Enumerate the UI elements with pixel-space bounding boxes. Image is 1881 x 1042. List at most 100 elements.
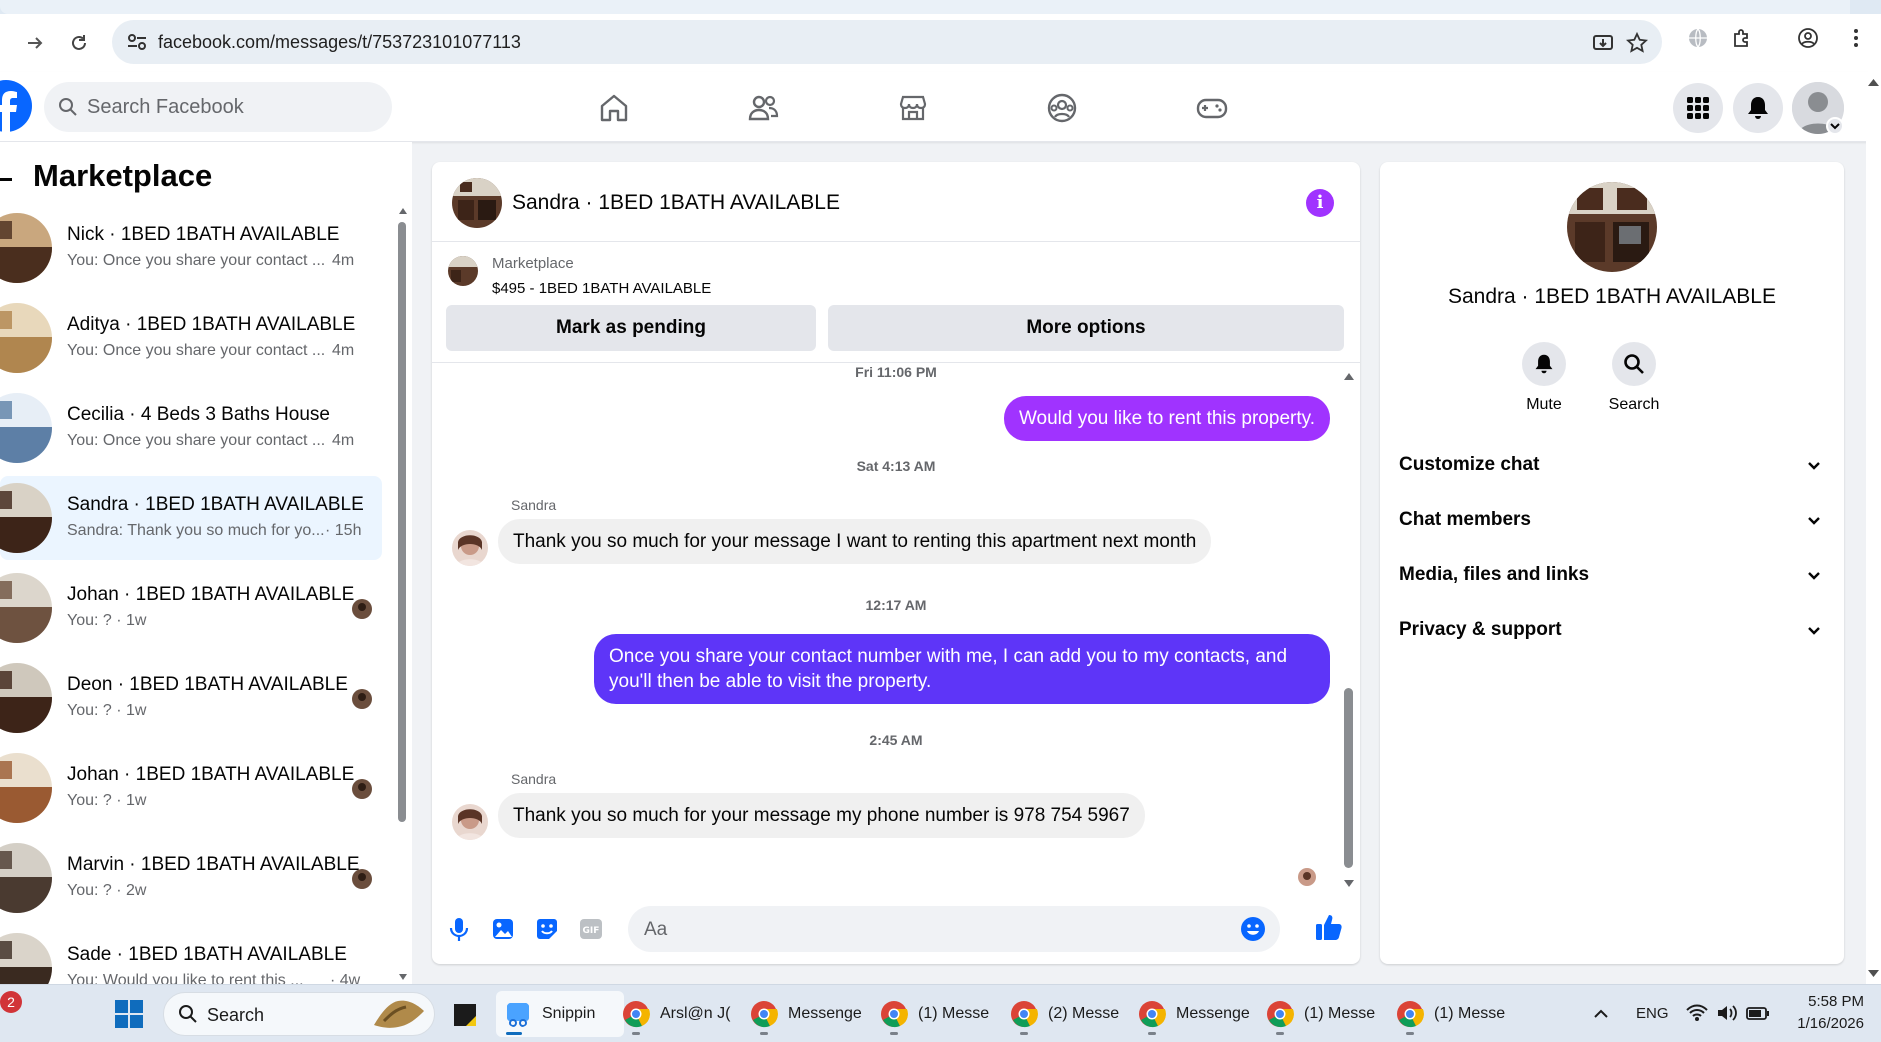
scroll-up-arrow-icon[interactable] xyxy=(1866,76,1881,88)
conversation-item[interactable]: Sade · 1BED 1BATH AVAILABLE You: Would yo… xyxy=(0,926,382,984)
taskbar-app-label: (1) Messe xyxy=(918,1005,990,1022)
sidebar-scroll-thumb[interactable] xyxy=(398,222,406,822)
mute-button[interactable]: Mute xyxy=(1504,342,1584,414)
page-scrollbar[interactable] xyxy=(1866,72,1881,984)
bookmark-star-icon[interactable] xyxy=(1626,32,1648,54)
notification-badge[interactable]: 2 xyxy=(0,991,22,1013)
gif-icon[interactable]: GIF xyxy=(578,916,604,942)
kitchen-photo xyxy=(448,256,478,286)
listing-thumbnail[interactable] xyxy=(448,256,478,286)
address-bar[interactable]: facebook.com/messages/t/753723101077113 xyxy=(112,20,1662,64)
taskbar-search[interactable]: Search xyxy=(163,992,435,1036)
facebook-logo-icon[interactable] xyxy=(0,80,32,132)
conversation-item[interactable]: Deon · 1BED 1BATH AVAILABLE You: ? · 1w xyxy=(0,656,382,740)
reload-button[interactable] xyxy=(64,28,94,58)
conversation-item[interactable]: Marvin · 1BED 1BATH AVAILABLE You: ? · 2w xyxy=(0,836,382,920)
taskbar-app-label: (1) Messe xyxy=(1434,1005,1506,1022)
customize-chat-row[interactable]: Customize chat xyxy=(1399,442,1823,488)
scroll-down-arrow-icon[interactable] xyxy=(1342,878,1356,890)
seen-avatar xyxy=(352,689,372,709)
back-dash-icon[interactable] xyxy=(0,178,12,181)
wifi-icon[interactable] xyxy=(1686,1003,1708,1023)
privacy-support-row[interactable]: Privacy & support xyxy=(1399,607,1823,653)
chat-members-row[interactable]: Chat members xyxy=(1399,497,1823,543)
profile-icon[interactable] xyxy=(1796,26,1820,50)
taskbar-app[interactable]: (2) Messe xyxy=(1010,991,1122,1037)
home-icon[interactable] xyxy=(598,92,630,124)
incoming-message[interactable]: Thank you so much for your message I wan… xyxy=(498,519,1212,564)
taskbar-app[interactable]: (1) Messe xyxy=(880,991,992,1037)
conversation-name: Deon · 1BED 1BATH AVAILABLE xyxy=(67,674,348,695)
sender-avatar[interactable] xyxy=(452,804,488,840)
scroll-up-arrow-icon[interactable] xyxy=(1342,370,1356,382)
chat-scrollbar[interactable] xyxy=(1342,370,1356,890)
mark-as-pending-button[interactable]: Mark as pending xyxy=(446,305,816,351)
sticker-icon[interactable] xyxy=(534,916,560,942)
incoming-message[interactable]: Thank you so much for your message my ph… xyxy=(498,793,1145,838)
conversation-thumbnail xyxy=(0,393,52,463)
conversation-item[interactable]: Aditya · 1BED 1BATH AVAILABLE You: Once y… xyxy=(0,296,382,380)
taskbar-app[interactable]: Arsl@n J( xyxy=(622,991,734,1037)
toolbar: facebook.com/messages/t/753723101077113 xyxy=(0,14,1881,72)
kebab-menu-icon[interactable] xyxy=(1844,26,1868,50)
taskbar-app-label: Messenge xyxy=(1176,1005,1250,1022)
conversation-item[interactable]: Cecilia · 4 Beds 3 Baths House You: Once … xyxy=(0,386,382,470)
chevron-up-icon[interactable] xyxy=(1592,1005,1610,1023)
microphone-icon[interactable] xyxy=(446,916,472,942)
seen-avatar xyxy=(352,599,372,619)
marketplace-icon[interactable] xyxy=(897,92,929,124)
sender-avatar[interactable] xyxy=(452,530,488,566)
url-text[interactable]: facebook.com/messages/t/753723101077113 xyxy=(158,32,521,53)
thumbs-up-icon[interactable] xyxy=(1314,912,1344,942)
install-app-icon[interactable] xyxy=(1592,32,1614,54)
conversation-item[interactable]: Sandra · 1BED 1BATH AVAILABLE Sandra: Tha… xyxy=(0,476,382,560)
conversation-item[interactable]: Nick · 1BED 1BATH AVAILABLE You: Once you… xyxy=(0,206,382,290)
conversation-time: · 4w xyxy=(330,972,361,984)
search-conversation-button[interactable]: Search xyxy=(1594,342,1674,414)
clock-time[interactable]: 5:58 PM xyxy=(1804,993,1864,1010)
friends-icon[interactable] xyxy=(747,92,779,124)
more-options-button[interactable]: More options xyxy=(828,305,1344,351)
scroll-down-arrow-icon[interactable] xyxy=(1866,968,1881,980)
chat-avatar[interactable] xyxy=(452,178,502,228)
scroll-up-arrow-icon[interactable] xyxy=(398,206,408,216)
outgoing-message[interactable]: Once you share your contact number with … xyxy=(594,634,1330,704)
outgoing-message[interactable]: Would you like to rent this property. xyxy=(1003,396,1330,441)
taskbar-app[interactable]: Snippin xyxy=(496,991,624,1037)
info-avatar[interactable] xyxy=(1567,182,1657,272)
taskbar-app[interactable]: (1) Messe xyxy=(1266,991,1378,1037)
browser-chrome: facebook.com/messages/t/753723101077113 xyxy=(0,0,1881,72)
chat-scroll-thumb[interactable] xyxy=(1344,688,1353,868)
notifications-button[interactable] xyxy=(1733,83,1783,133)
kitchen-photo xyxy=(452,178,502,228)
account-menu-badge[interactable] xyxy=(1826,117,1844,135)
info-icon[interactable]: i xyxy=(1306,189,1334,217)
sidebar-scrollbar[interactable] xyxy=(398,206,408,982)
battery-icon[interactable] xyxy=(1746,1003,1770,1023)
message-input[interactable]: Aa xyxy=(628,906,1280,952)
conversation-item[interactable]: Johan · 1BED 1BATH AVAILABLE You: ? · 1w xyxy=(0,566,382,650)
translate-globe-icon[interactable] xyxy=(1686,26,1710,50)
scroll-down-arrow-icon[interactable] xyxy=(398,972,408,982)
sticky-notes-icon[interactable] xyxy=(452,1002,478,1028)
conversation-item[interactable]: Johan · 1BED 1BATH AVAILABLE You: ? · 1w xyxy=(0,746,382,830)
photo-icon[interactable] xyxy=(490,916,516,942)
taskbar-app[interactable]: Messenge xyxy=(1138,991,1250,1037)
emoji-icon[interactable] xyxy=(1240,916,1266,942)
listing-title[interactable]: $495 - 1BED 1BATH AVAILABLE xyxy=(492,280,711,297)
groups-icon[interactable] xyxy=(1046,92,1078,124)
site-settings-icon[interactable] xyxy=(126,32,148,52)
forward-button[interactable] xyxy=(20,28,50,58)
extensions-puzzle-icon[interactable] xyxy=(1730,26,1754,50)
language-indicator[interactable]: ENG xyxy=(1636,1005,1669,1022)
windows-start-icon[interactable] xyxy=(114,999,144,1029)
gaming-icon[interactable] xyxy=(1196,92,1228,124)
menu-button[interactable] xyxy=(1673,83,1723,133)
clock-date[interactable]: 1/16/2026 xyxy=(1788,1015,1864,1032)
media-files-links-row[interactable]: Media, files and links xyxy=(1399,552,1823,598)
volume-icon[interactable] xyxy=(1716,1003,1738,1023)
taskbar-app[interactable]: (1) Messe xyxy=(1396,991,1508,1037)
chat-title[interactable]: Sandra · 1BED 1BATH AVAILABLE xyxy=(512,191,840,215)
taskbar-app[interactable]: Messenge xyxy=(750,991,862,1037)
facebook-search-input[interactable]: Search Facebook xyxy=(44,82,392,132)
